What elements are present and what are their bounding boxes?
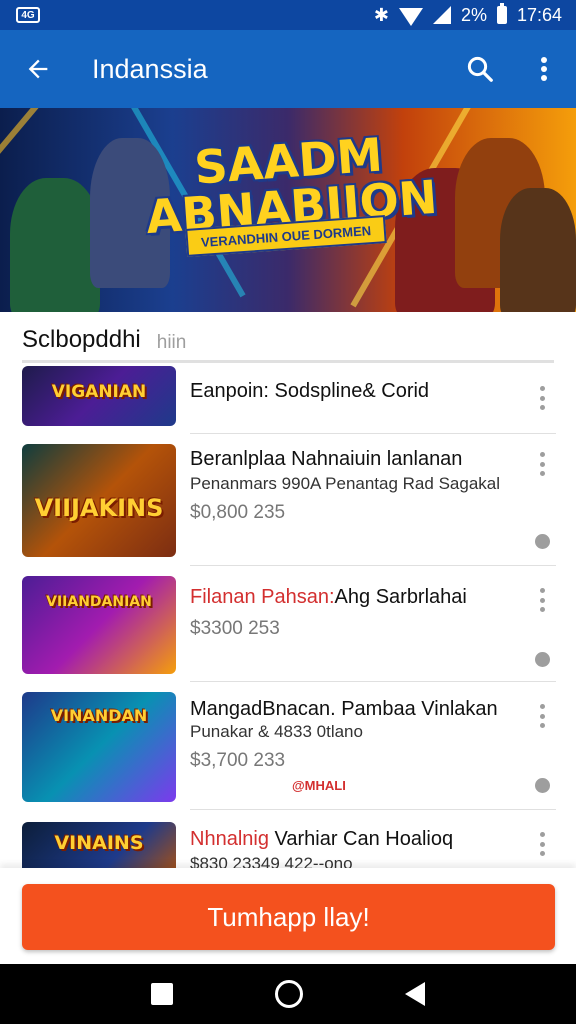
section-header: Sclbopddhi hiin bbox=[0, 312, 576, 362]
game-thumbnail: VINAINS bbox=[22, 822, 176, 868]
item-price: $3300 253 bbox=[190, 618, 280, 639]
header-divider bbox=[22, 360, 554, 363]
thumbnail-title: VINANDAN bbox=[50, 706, 148, 725]
status-right: ✱ 2% 17:64 bbox=[373, 3, 562, 26]
list-item[interactable]: VIIJAKINS Beranlplaa Nahnaiuin lanlanan … bbox=[0, 434, 576, 566]
signal-icon bbox=[432, 6, 451, 24]
item-title-rest: Ahg Sarbrlahai bbox=[334, 586, 467, 608]
item-subtitle: Penanmars 990A Penantag Rad Sagakal bbox=[190, 474, 501, 493]
back-nav-button[interactable] bbox=[405, 982, 425, 1006]
game-list: VIGANIAN Eanpoin: Sodspline& Corid VIIJA… bbox=[0, 364, 576, 868]
home-button[interactable] bbox=[275, 980, 303, 1008]
section-hint: hiin bbox=[156, 332, 187, 353]
overflow-menu-button[interactable] bbox=[512, 30, 576, 108]
list-item[interactable]: VINANDAN MangadBnacan. Pambaa Vinlakan P… bbox=[0, 682, 576, 810]
thumbnail-title: VIGANIAN bbox=[51, 382, 147, 402]
status-left: 4G bbox=[16, 7, 40, 23]
thumbnail-title: VIIJAKINS bbox=[34, 494, 164, 522]
battery-percent: 2% bbox=[460, 4, 487, 25]
item-title-highlight: Nhnalnig bbox=[190, 828, 269, 850]
back-button[interactable] bbox=[0, 30, 76, 108]
item-title: MangadBnacan. Pambaa Vinlakan bbox=[190, 698, 498, 720]
thumbnail-title: VINAINS bbox=[54, 832, 144, 854]
item-price: $0,800 235 bbox=[190, 502, 286, 523]
game-thumbnail: VIGANIAN bbox=[22, 366, 176, 426]
hero-figure bbox=[500, 188, 576, 312]
item-more-button[interactable] bbox=[532, 704, 552, 728]
game-thumbnail: VIIANDANIAN bbox=[22, 576, 176, 674]
item-title-rest: Varhiar Can Hoalioq bbox=[268, 828, 454, 850]
arrow-left-icon bbox=[28, 59, 48, 79]
list-item[interactable]: VINAINS Nhnalnig Varhiar Can Hoalioq $83… bbox=[0, 810, 576, 868]
download-icon[interactable] bbox=[535, 778, 550, 793]
recents-button[interactable] bbox=[151, 983, 173, 1005]
item-subtitle: $830 23349 422--ono bbox=[190, 854, 353, 868]
list-item[interactable]: VIGANIAN Eanpoin: Sodspline& Corid bbox=[0, 364, 576, 434]
sim-icon: 4G bbox=[16, 7, 40, 23]
section-title: Sclbopddhi bbox=[22, 326, 141, 353]
app-bar: Indanssia bbox=[0, 30, 576, 108]
item-title: Filanan Pahsan:Ahg Sarbrlahai bbox=[190, 586, 520, 609]
download-icon[interactable] bbox=[535, 652, 550, 667]
sim-label: 4G bbox=[21, 9, 35, 21]
hero-figure bbox=[10, 178, 100, 312]
item-title-highlight: Filanan Pahsan: bbox=[190, 586, 335, 608]
thumbnail-title: VIIANDANIAN bbox=[46, 594, 152, 610]
item-title: Eanpoin: Sodspline& Corid bbox=[190, 380, 430, 402]
cta-area: Tumhapp llay! bbox=[0, 868, 576, 964]
list-item[interactable]: VIIANDANIAN Filanan Pahsan:Ahg Sarbrlaha… bbox=[0, 566, 576, 682]
play-button[interactable]: Tumhapp llay! bbox=[22, 884, 555, 950]
battery-icon bbox=[496, 3, 507, 24]
item-title: Beranlplaa Nahnaiuin lanlanan bbox=[190, 448, 463, 470]
download-icon[interactable] bbox=[535, 534, 550, 549]
game-thumbnail: VIIJAKINS bbox=[22, 444, 176, 557]
item-subtitle: Punakar & 4833 0tlano bbox=[190, 722, 363, 741]
item-more-button[interactable] bbox=[532, 386, 552, 410]
app-title: Indanssia bbox=[92, 53, 208, 84]
status-bar: 4G ✱ 2% 17:64 bbox=[0, 0, 576, 30]
wifi-icon bbox=[398, 8, 423, 26]
item-badge: @MHALI bbox=[292, 778, 346, 793]
item-title: Nhnalnig Varhiar Can Hoalioq bbox=[190, 828, 520, 851]
game-thumbnail: VINANDAN bbox=[22, 692, 176, 802]
status-time: 17:64 bbox=[516, 4, 562, 25]
item-more-button[interactable] bbox=[532, 588, 552, 612]
more-vert-icon bbox=[541, 57, 547, 81]
bluetooth-icon: ✱ bbox=[373, 4, 389, 25]
search-button[interactable] bbox=[448, 30, 512, 108]
system-nav-bar bbox=[0, 964, 576, 1024]
item-more-button[interactable] bbox=[532, 452, 552, 476]
item-more-button[interactable] bbox=[532, 832, 552, 856]
promo-banner[interactable]: SAADM ABNABIION VERANDHIN OUE DORMEN bbox=[0, 108, 576, 312]
search-icon bbox=[467, 56, 493, 82]
item-price: $3,700 233 bbox=[190, 750, 286, 771]
